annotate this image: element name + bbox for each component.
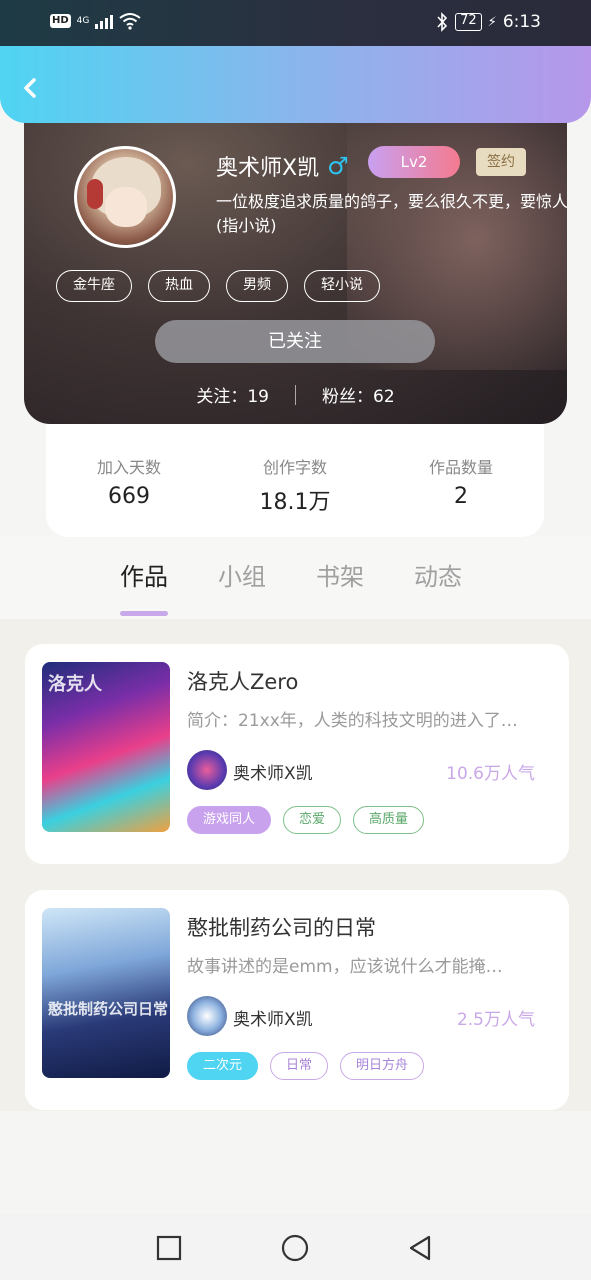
back-arrow-icon[interactable]	[16, 73, 46, 103]
status-right: 72 ⚡ 6:13	[435, 12, 541, 32]
tab-groups[interactable]: 小组	[218, 557, 266, 592]
system-nav-bar	[0, 1214, 591, 1280]
follow-counts: 关注：19 粉丝：62	[24, 382, 567, 407]
circle-nav-icon[interactable]	[281, 1234, 309, 1262]
cover-title: 洛克人	[48, 674, 102, 695]
book-tag[interactable]: 二次元	[187, 1052, 259, 1080]
book-author: 奥术师X凯	[233, 1010, 313, 1030]
wifi-icon	[119, 13, 141, 30]
status-bar: HD 4G 72 ⚡ 6:13	[0, 0, 591, 46]
stat-word-count: 创作字数 18.1万	[212, 424, 378, 537]
stat-value: 2	[454, 484, 468, 509]
book-card[interactable]: 憨批制药公司日常 憨批制药公司的日常 故事讲述的是emm，应该说什么才能掩… 奥…	[25, 890, 569, 1110]
book-tags: 二次元 日常 明日方舟	[187, 1052, 425, 1080]
profile-tag: 轻小说	[304, 270, 380, 302]
divider	[295, 384, 296, 405]
book-popularity: 2.5万人气	[456, 1010, 535, 1030]
triangle-back-nav-icon[interactable]	[406, 1234, 434, 1262]
following-count[interactable]: 关注：19	[196, 382, 269, 407]
tab-label: 小组	[218, 563, 266, 591]
charging-icon: ⚡	[487, 14, 497, 30]
male-icon: ♂	[327, 152, 349, 180]
tab-activity[interactable]: 动态	[414, 557, 462, 592]
battery-icon: 72	[455, 13, 482, 31]
user-name-row: 奥术师X凯 ♂	[216, 150, 349, 182]
stat-label: 创作字数	[262, 458, 327, 477]
status-left: HD 4G	[50, 12, 141, 30]
hd-badge: HD	[50, 14, 71, 28]
book-title[interactable]: 憨批制药公司的日常	[187, 912, 376, 942]
tab-label: 动态	[414, 563, 462, 591]
book-description: 故事讲述的是emm，应该说什么才能掩…	[187, 957, 503, 977]
stat-value: 669	[108, 484, 150, 509]
stat-label: 加入天数	[96, 458, 161, 477]
signal-icon	[95, 13, 114, 29]
book-cover[interactable]: 憨批制药公司日常	[42, 908, 170, 1078]
author-avatar	[187, 996, 227, 1036]
tab-bar: 作品 小组 书架 动态	[0, 537, 591, 619]
cover-title: 憨批制药公司日常	[48, 1000, 169, 1018]
profile-tag: 热血	[148, 270, 210, 302]
level-badge: Lv2	[368, 146, 460, 178]
network-type: 4G	[76, 16, 90, 26]
followers-count[interactable]: 粉丝：62	[322, 382, 395, 407]
stat-label: 作品数量	[428, 458, 493, 477]
book-title[interactable]: 洛克人Zero	[187, 666, 298, 696]
profile-card: 奥术师X凯 ♂ Lv2 签约 一位极度追求质量的鸽子，要么很久不更，要惊人(指小…	[24, 100, 567, 424]
signed-badge: 签约	[476, 148, 526, 176]
header-bar	[0, 46, 591, 123]
book-popularity: 10.6万人气	[446, 764, 535, 784]
book-author: 奥术师X凯	[233, 764, 313, 784]
book-tag[interactable]: 游戏同人	[187, 806, 272, 834]
tab-works[interactable]: 作品	[120, 557, 168, 616]
user-bio: 一位极度追求质量的鸽子，要么很久不更，要惊人(指小说)	[216, 192, 567, 235]
user-name: 奥术师X凯	[216, 156, 320, 181]
stat-join-days: 加入天数 669	[46, 424, 212, 537]
tab-indicator	[120, 611, 168, 616]
works-list: 洛克人 洛克人Zero 简介：21xx年，人类的科技文明的进入了… 奥术师X凯 …	[0, 619, 591, 1111]
stat-value: 18.1万	[259, 490, 331, 515]
follow-button[interactable]: 已关注	[155, 320, 435, 363]
book-card[interactable]: 洛克人 洛克人Zero 简介：21xx年，人类的科技文明的进入了… 奥术师X凯 …	[25, 644, 569, 864]
profile-tags: 金牛座 热血 男频 轻小说	[56, 270, 380, 302]
clock: 6:13	[502, 12, 541, 32]
book-tag[interactable]: 高质量	[353, 806, 425, 834]
bluetooth-icon	[437, 12, 448, 32]
square-nav-icon[interactable]	[155, 1234, 183, 1262]
book-tag[interactable]: 明日方舟	[340, 1052, 425, 1080]
profile-tag: 金牛座	[56, 270, 132, 302]
tab-label: 书架	[316, 563, 364, 591]
book-tags: 游戏同人 恋爱 高质量	[187, 806, 425, 834]
stat-works-count: 作品数量 2	[378, 424, 544, 537]
profile-tag: 男频	[226, 270, 288, 302]
book-cover[interactable]: 洛克人	[42, 662, 170, 832]
book-description: 简介：21xx年，人类的科技文明的进入了…	[187, 711, 518, 731]
stats-card: 加入天数 669 创作字数 18.1万 作品数量 2	[46, 424, 544, 537]
book-tag[interactable]: 恋爱	[283, 806, 342, 834]
book-tag[interactable]: 日常	[270, 1052, 329, 1080]
tab-label: 作品	[120, 563, 168, 591]
tab-bookshelf[interactable]: 书架	[316, 557, 364, 592]
avatar[interactable]	[74, 146, 176, 248]
author-avatar	[187, 750, 227, 790]
